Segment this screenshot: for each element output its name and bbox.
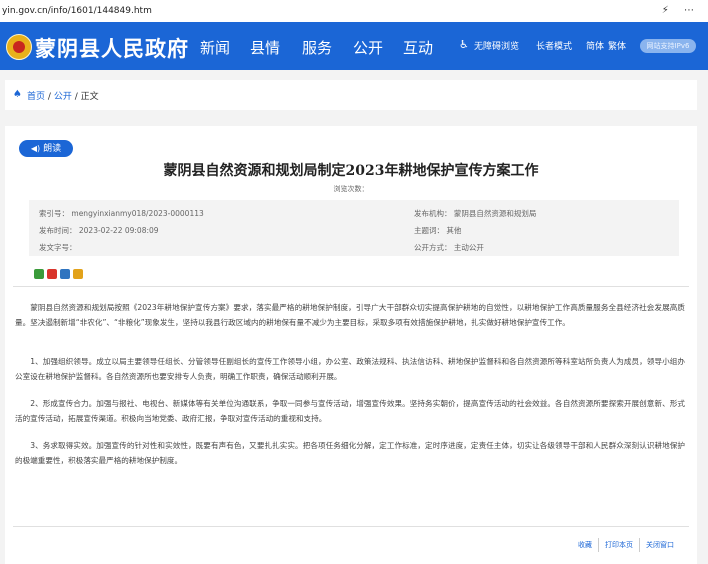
wechat-share-icon[interactable] <box>34 269 44 279</box>
site-title[interactable]: 蒙阴县人民政府 <box>35 33 189 63</box>
breadcrumb-sep: / <box>74 92 78 102</box>
weibo-share-icon[interactable] <box>47 269 57 279</box>
site-header: 蒙阴县人民政府 新闻 县情 服务 公开 互动 ♿ 无障碍浏览 长者模式 简体 繁… <box>0 22 708 70</box>
article-paragraph: 蒙阴县自然资源和规划局按照《2023年耕地保护宣传方案》要求，落实最严格的耕地保… <box>15 303 685 327</box>
article-paragraph: 2、形成宣传合力。加强与报社、电视台、新媒体等有关单位沟通联系，争取一同参与宣传… <box>15 399 685 423</box>
browser-address-bar[interactable]: yin.gov.cn/info/1601/144849.htm ⚡ ⋯ <box>0 0 708 23</box>
divider <box>13 286 689 287</box>
meta-mode: 公开方式： 主动公开 <box>414 243 484 252</box>
favorite-button[interactable]: 收藏 <box>574 538 596 552</box>
meta-index: 索引号： mengyinxianmy018/2023-0000113 <box>39 209 204 218</box>
view-count: 浏览次数： <box>333 185 369 193</box>
home-icon[interactable]: ♠ <box>13 90 23 100</box>
read-aloud-label: 朗读 <box>43 144 62 154</box>
document-meta-box: 索引号： mengyinxianmy018/2023-0000113 发布时间：… <box>29 200 679 256</box>
meta-docno: 发文字号： <box>39 243 77 252</box>
article-title: 蒙阴县自然资源和规划局制定2023年耕地保护宣传方案工作 <box>163 163 539 179</box>
accessible-browse-link[interactable]: 无障碍浏览 <box>474 39 519 52</box>
read-aloud-button[interactable]: ◀) 朗读 <box>19 140 73 157</box>
article-paragraph: 1、加强组织领导。成立以局主要领导任组长、分管领导任副组长的宣传工作领导小组，办… <box>15 357 685 381</box>
breadcrumb-home[interactable]: 首页 <box>27 92 45 102</box>
meta-topic: 主题词： 其他 <box>414 226 462 235</box>
simplified-chinese-link[interactable]: 简体 <box>586 39 604 52</box>
url-text[interactable]: yin.gov.cn/info/1601/144849.htm <box>2 0 152 22</box>
emblem-logo-icon <box>6 34 32 60</box>
browser-controls[interactable]: ⚡ ⋯ <box>662 0 700 22</box>
nav-public[interactable]: 公开 <box>353 37 383 58</box>
separator <box>639 538 640 552</box>
divider <box>13 526 689 527</box>
article-paragraph: 3、务求取得实效。加强宣传的针对性和实效性，既要有声有色，又要扎扎实实。把各项任… <box>15 441 685 465</box>
ipv6-badge: 网站支持IPv6 <box>640 39 696 53</box>
nav-interact[interactable]: 互动 <box>403 37 433 58</box>
accessibility-icon[interactable]: ♿ <box>459 39 471 51</box>
close-window-button[interactable]: 关闭窗口 <box>642 538 678 552</box>
separator <box>598 538 599 552</box>
douban-share-icon[interactable] <box>73 269 83 279</box>
breadcrumb-current: 正文 <box>80 92 99 102</box>
breadcrumb: ♠ 首页 / 公开 / 正文 <box>5 80 697 110</box>
breadcrumb-sep: / <box>47 92 51 102</box>
qzone-share-icon[interactable] <box>60 269 70 279</box>
meta-date: 发布时间： 2023-02-22 09:08:09 <box>39 226 159 235</box>
nav-service[interactable]: 服务 <box>302 37 332 58</box>
meta-org: 发布机构： 蒙阴县自然资源和规划局 <box>414 209 537 218</box>
breadcrumb-public[interactable]: 公开 <box>54 92 72 102</box>
nav-news[interactable]: 新闻 <box>200 37 230 58</box>
traditional-chinese-link[interactable]: 繁体 <box>608 39 626 52</box>
nav-county[interactable]: 县情 <box>250 37 280 58</box>
elder-mode-link[interactable]: 长者模式 <box>536 39 572 52</box>
print-button[interactable]: 打印本页 <box>601 538 637 552</box>
speaker-icon: ◀) <box>30 144 41 153</box>
article-card: ◀) 朗读 蒙阴县自然资源和规划局制定2023年耕地保护宣传方案工作 浏览次数： … <box>5 126 697 564</box>
breadcrumb-trail: 首页 / 公开 / 正文 <box>27 89 99 102</box>
